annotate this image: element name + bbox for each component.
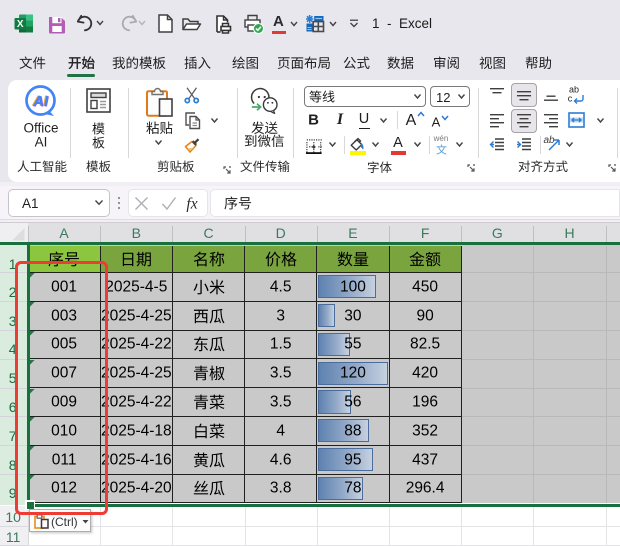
svg-text:X: X — [17, 19, 24, 30]
svg-text:AI: AI — [32, 93, 49, 110]
